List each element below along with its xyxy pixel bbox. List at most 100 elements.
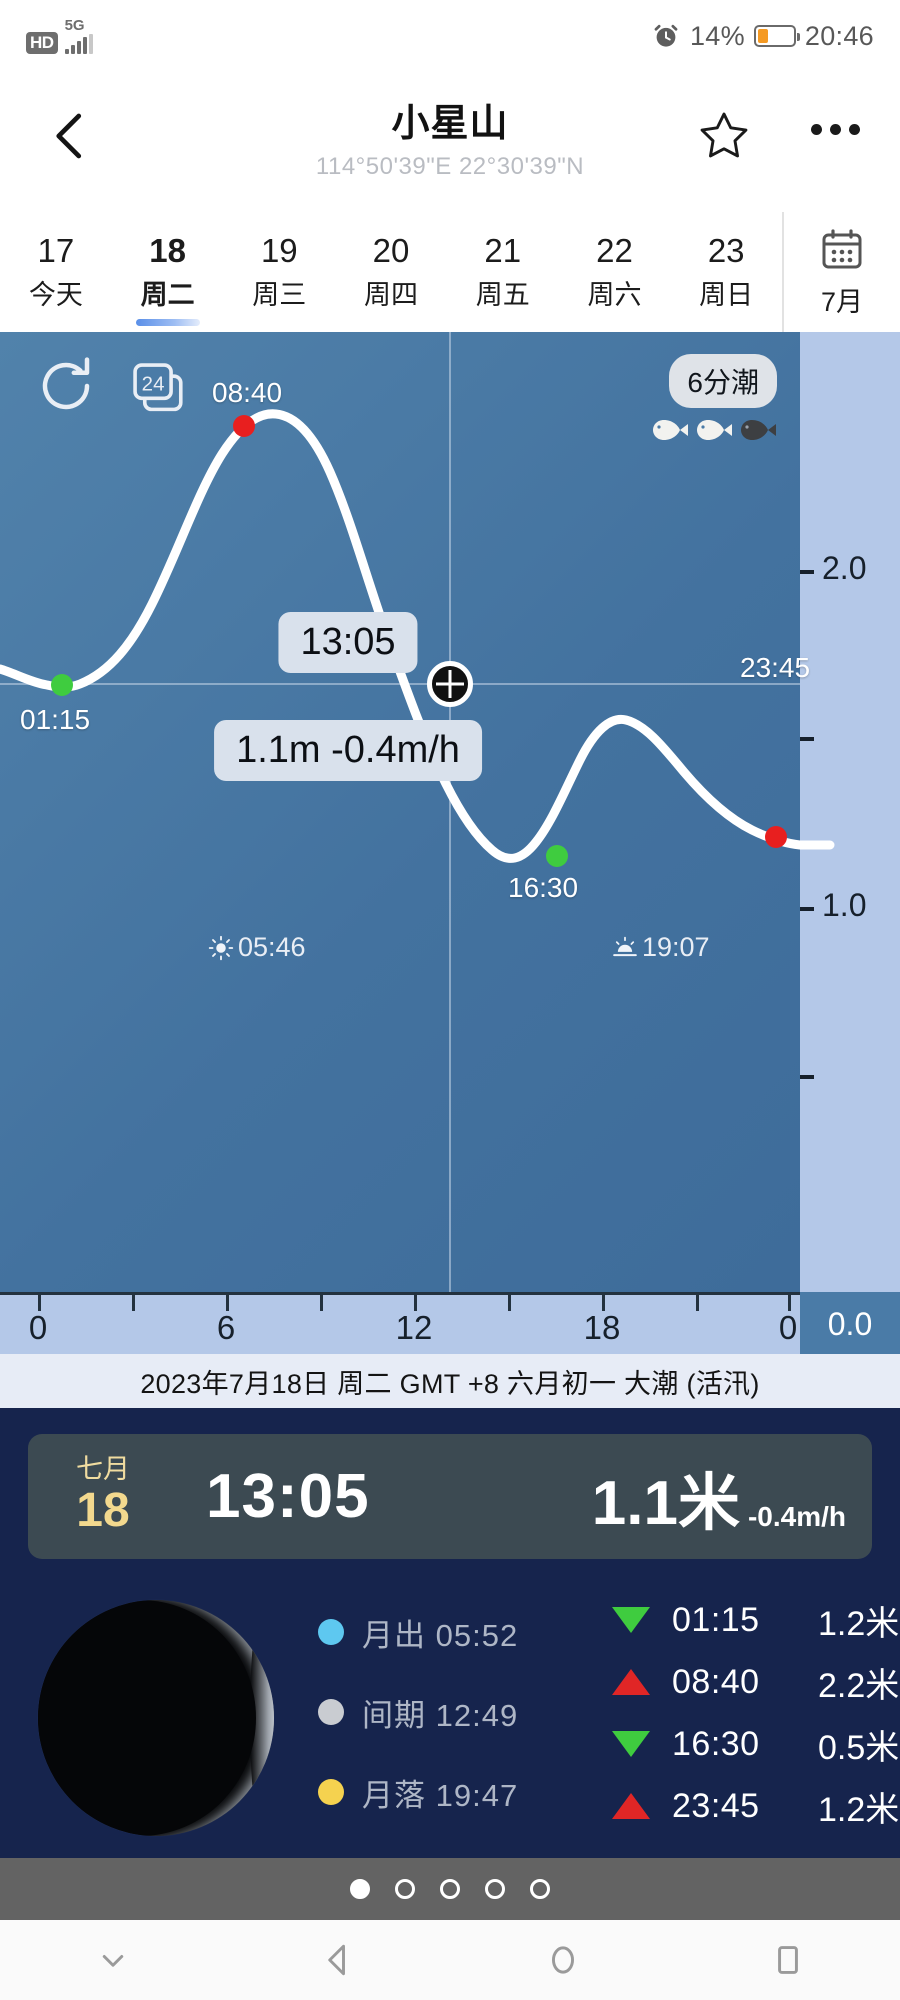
low-tide-label-0115: 01:15 <box>20 704 91 735</box>
calendar-icon <box>822 229 862 269</box>
date-number: 21 <box>484 231 522 269</box>
date-item-19[interactable]: 19 周三 <box>223 212 335 332</box>
moon-row-moonrise: 月出 05:52 <box>318 1604 518 1660</box>
current-time-label: 13:05 <box>206 1462 370 1531</box>
tide-time: 16:30 <box>672 1724 760 1763</box>
x-label-18: 18 <box>583 1309 621 1346</box>
high-tide-arrow-icon <box>612 1793 650 1819</box>
title-block: 小星山 114°50'39"E 22°30'39"N <box>0 92 900 181</box>
x-tick-minor-15 <box>508 1295 511 1311</box>
home-circle-icon <box>551 1946 574 1974</box>
pager-dot-2[interactable] <box>395 1879 415 1899</box>
coordinates-label: 114°50'39"E 22°30'39"N <box>315 153 585 180</box>
calendar-picker-button[interactable]: 7月 <box>782 212 900 332</box>
tide-time: 08:40 <box>672 1662 760 1701</box>
lunar-date-block: 七月 18 <box>28 1455 178 1537</box>
tide-time: 23:45 <box>672 1786 760 1825</box>
month-label: 7月 <box>820 287 864 317</box>
back-triangle-icon <box>327 1944 345 1976</box>
sunset-icon <box>613 936 637 956</box>
cursor-reading-tooltip: 1.1m -0.4m/h <box>214 720 482 781</box>
tide-height: 2.2米 <box>818 1666 900 1705</box>
status-bar-left: HD 5G <box>26 18 93 54</box>
network-type-label: 5G <box>64 17 85 34</box>
favorite-button[interactable] <box>696 108 752 164</box>
status-bar: HD 5G 14% 20:46 <box>0 0 900 72</box>
tide-height: 0.5米 <box>818 1728 900 1767</box>
crosshair-marker-icon[interactable] <box>427 661 473 707</box>
date-item-20[interactable]: 20 周四 <box>335 212 447 332</box>
signal-bars-icon <box>64 34 93 54</box>
moonrise-label: 月出 05:52 <box>362 1617 519 1653</box>
low-tide-marker-0115 <box>51 674 73 696</box>
sunset-time: 19:07 <box>642 932 710 962</box>
date-number: 19 <box>260 231 298 269</box>
more-horizontal-icon <box>811 124 822 135</box>
moon-times-list: 月出 05:52 间期 12:49 月落 19:47 <box>318 1604 518 1844</box>
tide-times-table: 01:15 1.2米 08:40 2.2米 16:30 0.5米 23:45 1… <box>612 1594 899 1842</box>
x-label-24: 0 <box>778 1309 798 1346</box>
nav-back-button[interactable] <box>225 1938 450 1982</box>
date-info-text: 2023年7月18日 周二 GMT +8 六月初一 大潮 (活汛) <box>140 1368 760 1399</box>
table-row: 08:40 2.2米 <box>612 1656 899 1708</box>
date-weekday: 今天 <box>28 280 83 311</box>
page-title: 小星山 <box>391 103 509 145</box>
current-reading-card: 七月 18 13:05 1.1米 -0.4m/h <box>28 1434 872 1559</box>
y-label-0.0: 0.0 <box>827 1306 873 1342</box>
date-strip-days: 17 今天 18 周二 19 周三 20 周四 21 周五 22 周六 23 周… <box>0 212 782 332</box>
tide-curve-svg <box>0 332 835 1292</box>
high-tide-marker-2345 <box>765 826 787 848</box>
date-item-23[interactable]: 23 周日 <box>670 212 782 332</box>
y-tick-1.0 <box>800 907 814 911</box>
high-tide-label-2345: 23:45 <box>740 652 811 683</box>
star-outline-icon <box>700 112 748 158</box>
pager-dot-1[interactable] <box>350 1879 370 1899</box>
more-options-button[interactable] <box>811 124 860 135</box>
date-item-22[interactable]: 22 周六 <box>559 212 671 332</box>
high-tide-label-0840: 08:40 <box>212 377 283 408</box>
bottom-panel: 七月 18 13:05 1.1米 -0.4m/h 月出 05:52 间期 12:… <box>0 1408 900 1858</box>
signal-indicator: 5G <box>64 17 93 54</box>
sunrise-time: 05:46 <box>238 932 306 962</box>
moonset-label: 月落 19:47 <box>362 1777 519 1813</box>
x-tick-minor-21 <box>696 1295 699 1311</box>
date-weekday: 周三 <box>252 280 307 311</box>
pager-dot-4[interactable] <box>485 1879 505 1899</box>
cursor-time-tooltip: 13:05 <box>278 612 418 673</box>
recents-square-icon <box>777 1946 798 1974</box>
date-item-21[interactable]: 21 周五 <box>447 212 559 332</box>
lunar-day-label: 18 <box>76 1483 130 1537</box>
x-tick-minor-9 <box>320 1295 323 1311</box>
nav-recents-button[interactable] <box>675 1938 900 1982</box>
date-item-17[interactable]: 17 今天 <box>0 212 112 332</box>
chevron-down-icon <box>102 1955 123 1967</box>
hd-badge: HD <box>26 32 58 54</box>
y-axis-zero-label-box: 0.0 <box>800 1292 900 1357</box>
tide-height: 1.2米 <box>818 1790 900 1829</box>
current-rate-value: -0.4m/h <box>747 1500 846 1532</box>
y-tick-0.5 <box>800 1075 814 1079</box>
page-header: 小星山 114°50'39"E 22°30'39"N <box>0 72 900 202</box>
pager-dot-3[interactable] <box>440 1879 460 1899</box>
nav-collapse-button[interactable] <box>0 1939 225 1981</box>
moon-row-interval: 间期 12:49 <box>318 1684 518 1740</box>
battery-icon <box>753 25 800 47</box>
pager-dot-5[interactable] <box>530 1879 550 1899</box>
interval-label: 间期 12:49 <box>362 1697 519 1733</box>
table-row: 16:30 0.5米 <box>612 1718 899 1770</box>
low-tide-label-1630: 16:30 <box>508 872 579 903</box>
status-bar-clock: 20:46 <box>804 20 874 51</box>
table-row: 23:45 1.2米 <box>612 1780 899 1832</box>
low-tide-arrow-icon <box>612 1607 650 1633</box>
system-nav-bar <box>0 1920 900 2000</box>
nav-home-button[interactable] <box>450 1938 675 1982</box>
date-info-bar: 2023年7月18日 周二 GMT +8 六月初一 大潮 (活汛) <box>0 1354 900 1408</box>
chart-x-axis: 0 6 12 18 0 0.0 <box>0 1292 900 1357</box>
date-weekday: 周日 <box>699 280 754 311</box>
high-tide-marker-0840 <box>233 415 255 437</box>
tide-chart[interactable]: 24 6分潮 08:40 01:15 16:30 23:45 13:05 1.1… <box>0 332 900 1292</box>
low-tide-arrow-icon <box>612 1731 650 1757</box>
battery-percent-label: 14% <box>689 20 745 51</box>
date-item-18[interactable]: 18 周二 <box>112 212 224 332</box>
y-label-1.0: 1.0 <box>822 887 867 923</box>
